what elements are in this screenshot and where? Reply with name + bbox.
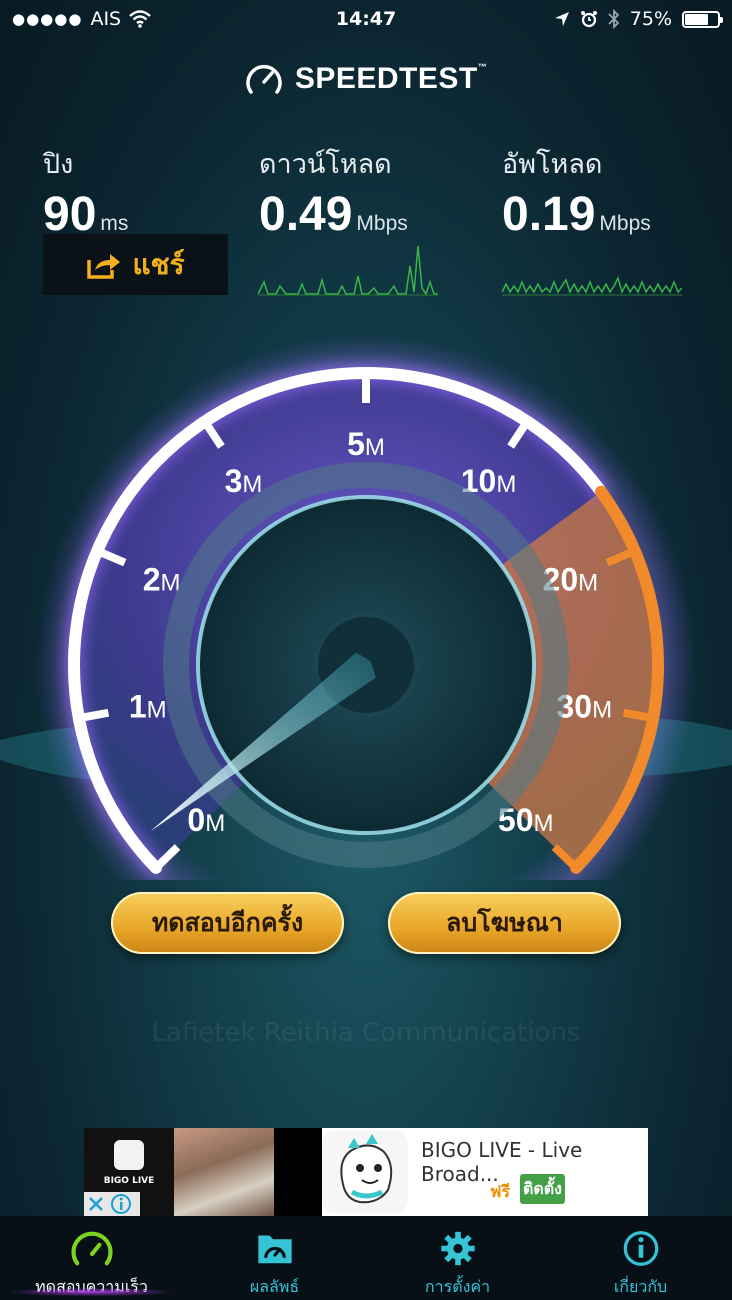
upload-sparkline xyxy=(502,275,682,296)
app-title: SPEEDTEST™ xyxy=(294,62,488,95)
upload-metric: อัพโหลด 0.19 Mbps xyxy=(502,142,651,239)
remove-ads-button[interactable]: ลบโฆษณา xyxy=(388,892,621,954)
ad-install-button[interactable]: ติดตั้ง xyxy=(520,1174,565,1204)
tab-active-indicator xyxy=(12,1288,171,1296)
tab-bar: ทดสอบความเร็ว ผลลัพธ์ การตั้งค่า เกี่ยวก… xyxy=(0,1216,732,1300)
upload-label: อัพโหลด xyxy=(502,149,603,180)
share-button[interactable]: แชร์ xyxy=(43,234,228,295)
download-sparkline xyxy=(258,245,438,296)
close-icon[interactable] xyxy=(86,1194,106,1214)
alarm-clock-icon xyxy=(580,11,597,28)
tab-label: การตั้งค่า xyxy=(424,1277,491,1296)
share-label: แชร์ xyxy=(132,247,185,281)
speedtest-logo-icon xyxy=(246,64,282,94)
ping-metric: ปิง 90 ms xyxy=(43,142,128,239)
download-value: 0.49 xyxy=(259,188,353,241)
tab-settings[interactable]: การตั้งค่า xyxy=(366,1216,549,1300)
download-metric: ดาวน์โหลด 0.49 Mbps xyxy=(259,142,408,239)
tab-results[interactable]: ผลลัพธ์ xyxy=(183,1216,366,1300)
ad-photo-edge xyxy=(274,1128,322,1216)
tab-speed-test[interactable]: ทดสอบความเร็ว xyxy=(0,1216,183,1300)
ad-banner[interactable]: BIGO LIVE BIGO LIVE - Live Broad... ฟรี … xyxy=(84,1128,648,1216)
battery-percent: 75% xyxy=(629,8,672,30)
retest-button[interactable]: ทดสอบอีกครั้ง xyxy=(111,892,344,954)
tab-label: เกี่ยวกับ xyxy=(613,1277,668,1296)
ping-label: ปิง xyxy=(43,149,74,180)
upload-value: 0.19 xyxy=(502,188,596,241)
ad-price: ฟรี xyxy=(490,1182,510,1201)
status-bar: ●●●●● AIS 14:47 75% xyxy=(0,0,732,40)
speed-gauge: 0M1M2M3M5M10M20M30M50M xyxy=(0,335,732,880)
download-label: ดาวน์โหลด xyxy=(259,149,392,180)
speedometer-icon xyxy=(70,1231,113,1266)
gauge-tick xyxy=(80,708,110,722)
ad-brand-name: BIGO LIVE xyxy=(103,1176,155,1186)
location-arrow-icon xyxy=(554,12,569,26)
upload-unit: Mbps xyxy=(599,212,651,235)
app-header: SPEEDTEST™ xyxy=(0,62,732,96)
background-watermark: Lafietek Reithia Communications xyxy=(151,1018,581,1048)
ping-unit: ms xyxy=(100,212,129,235)
bluetooth-icon xyxy=(608,9,620,29)
share-icon xyxy=(87,253,121,279)
bigo-logo-icon xyxy=(114,1140,144,1170)
results-folder-icon xyxy=(257,1235,292,1264)
gear-icon xyxy=(440,1231,475,1266)
info-icon[interactable] xyxy=(110,1193,132,1215)
battery-icon xyxy=(682,10,723,28)
ad-photo xyxy=(174,1128,274,1216)
tab-about[interactable]: เกี่ยวกับ xyxy=(549,1216,732,1300)
gauge-tick xyxy=(622,708,652,722)
ad-choices[interactable] xyxy=(84,1192,140,1216)
info-icon xyxy=(623,1231,658,1266)
download-unit: Mbps xyxy=(356,212,408,235)
tab-label: ผลลัพธ์ xyxy=(249,1277,300,1296)
bigo-mascot-icon xyxy=(322,1130,408,1214)
